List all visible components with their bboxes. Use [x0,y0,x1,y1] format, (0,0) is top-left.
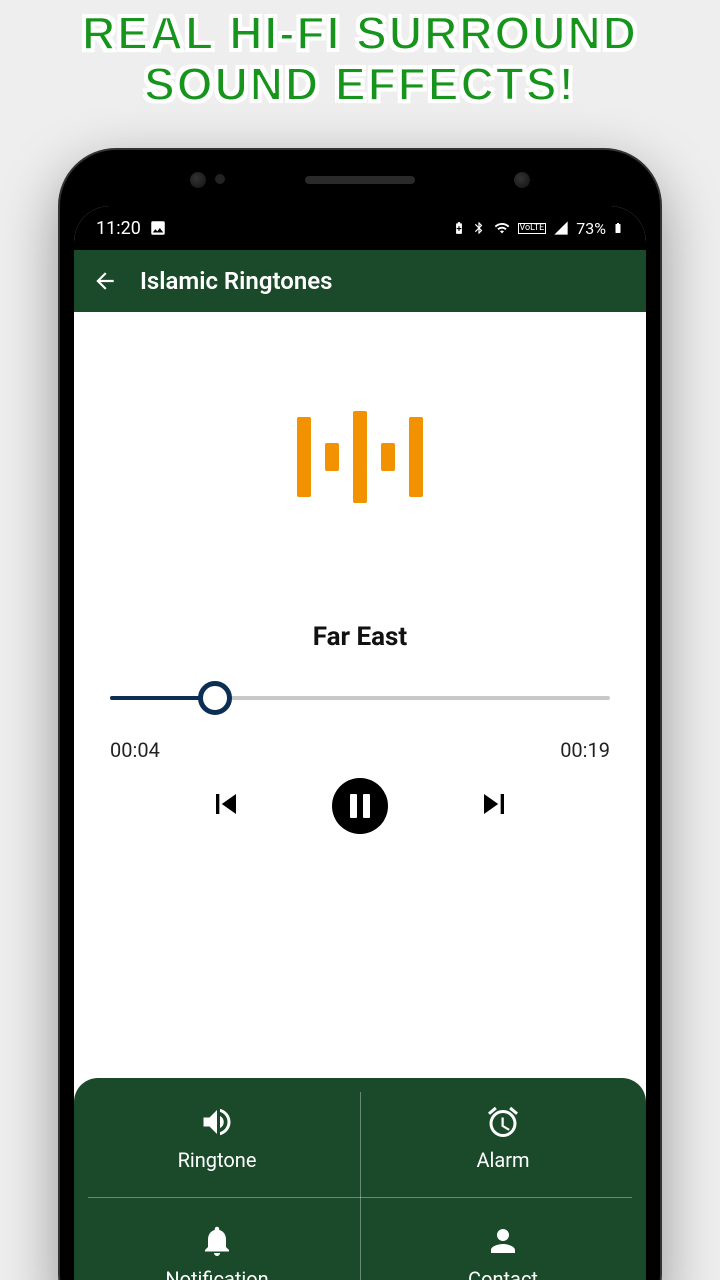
promo-headline-line2: sound effects! [0,59,720,110]
notification-label: Notification [165,1267,268,1280]
time-duration: 00:19 [560,738,610,762]
contact-label: Contact [468,1267,538,1280]
progress-slider[interactable] [110,696,610,700]
wifi-icon [492,220,512,236]
speaker-icon [197,1104,237,1140]
waveform-icon [297,402,423,512]
skip-previous-icon [206,784,246,824]
alarm-label: Alarm [476,1148,529,1172]
status-bar: 11:20 VoLTE 73% [74,206,646,250]
set-alarm-button[interactable]: Alarm [360,1078,646,1197]
app-bar-title: Islamic Ringtones [140,267,332,295]
sensor-dot [215,174,225,184]
image-icon [149,219,167,237]
bluetooth-icon [472,220,486,236]
camera-dot [514,172,530,188]
time-row: 00:04 00:19 [110,738,610,762]
set-contact-button[interactable]: Contact [360,1197,646,1280]
sensor-dot [190,172,206,188]
track-title: Far East [313,622,407,652]
app-bar: Islamic Ringtones [74,250,646,312]
phone-frame: 11:20 VoLTE 73% Islamic Ringtones [60,150,660,1280]
promo-headline-line1: Real Hi-Fi surround [0,8,720,59]
bell-icon [197,1223,237,1259]
volte-indicator: VoLTE [518,223,547,234]
status-time: 11:20 [96,218,141,239]
skip-next-icon [474,784,514,824]
back-arrow-icon[interactable] [92,268,118,294]
playback-controls [206,778,514,834]
battery-percent: 73% [576,219,606,238]
ringtone-label: Ringtone [178,1148,257,1172]
action-grid: Ringtone Alarm Notification Contact [74,1078,646,1280]
phone-screen: 11:20 VoLTE 73% Islamic Ringtones [74,206,646,1280]
signal-icon [552,220,570,236]
alarm-icon [483,1104,523,1140]
time-elapsed: 00:04 [110,738,160,762]
person-icon [483,1223,523,1259]
player-content: Far East 00:04 00:19 [74,312,646,1280]
next-button[interactable] [474,784,514,828]
battery-saver-icon [452,220,466,236]
previous-button[interactable] [206,784,246,828]
pause-icon [350,794,370,818]
set-notification-button[interactable]: Notification [74,1197,360,1280]
set-ringtone-button[interactable]: Ringtone [74,1078,360,1197]
battery-icon [612,219,624,237]
promo-headline: Real Hi-Fi surround sound effects! [0,8,720,109]
pause-button[interactable] [332,778,388,834]
